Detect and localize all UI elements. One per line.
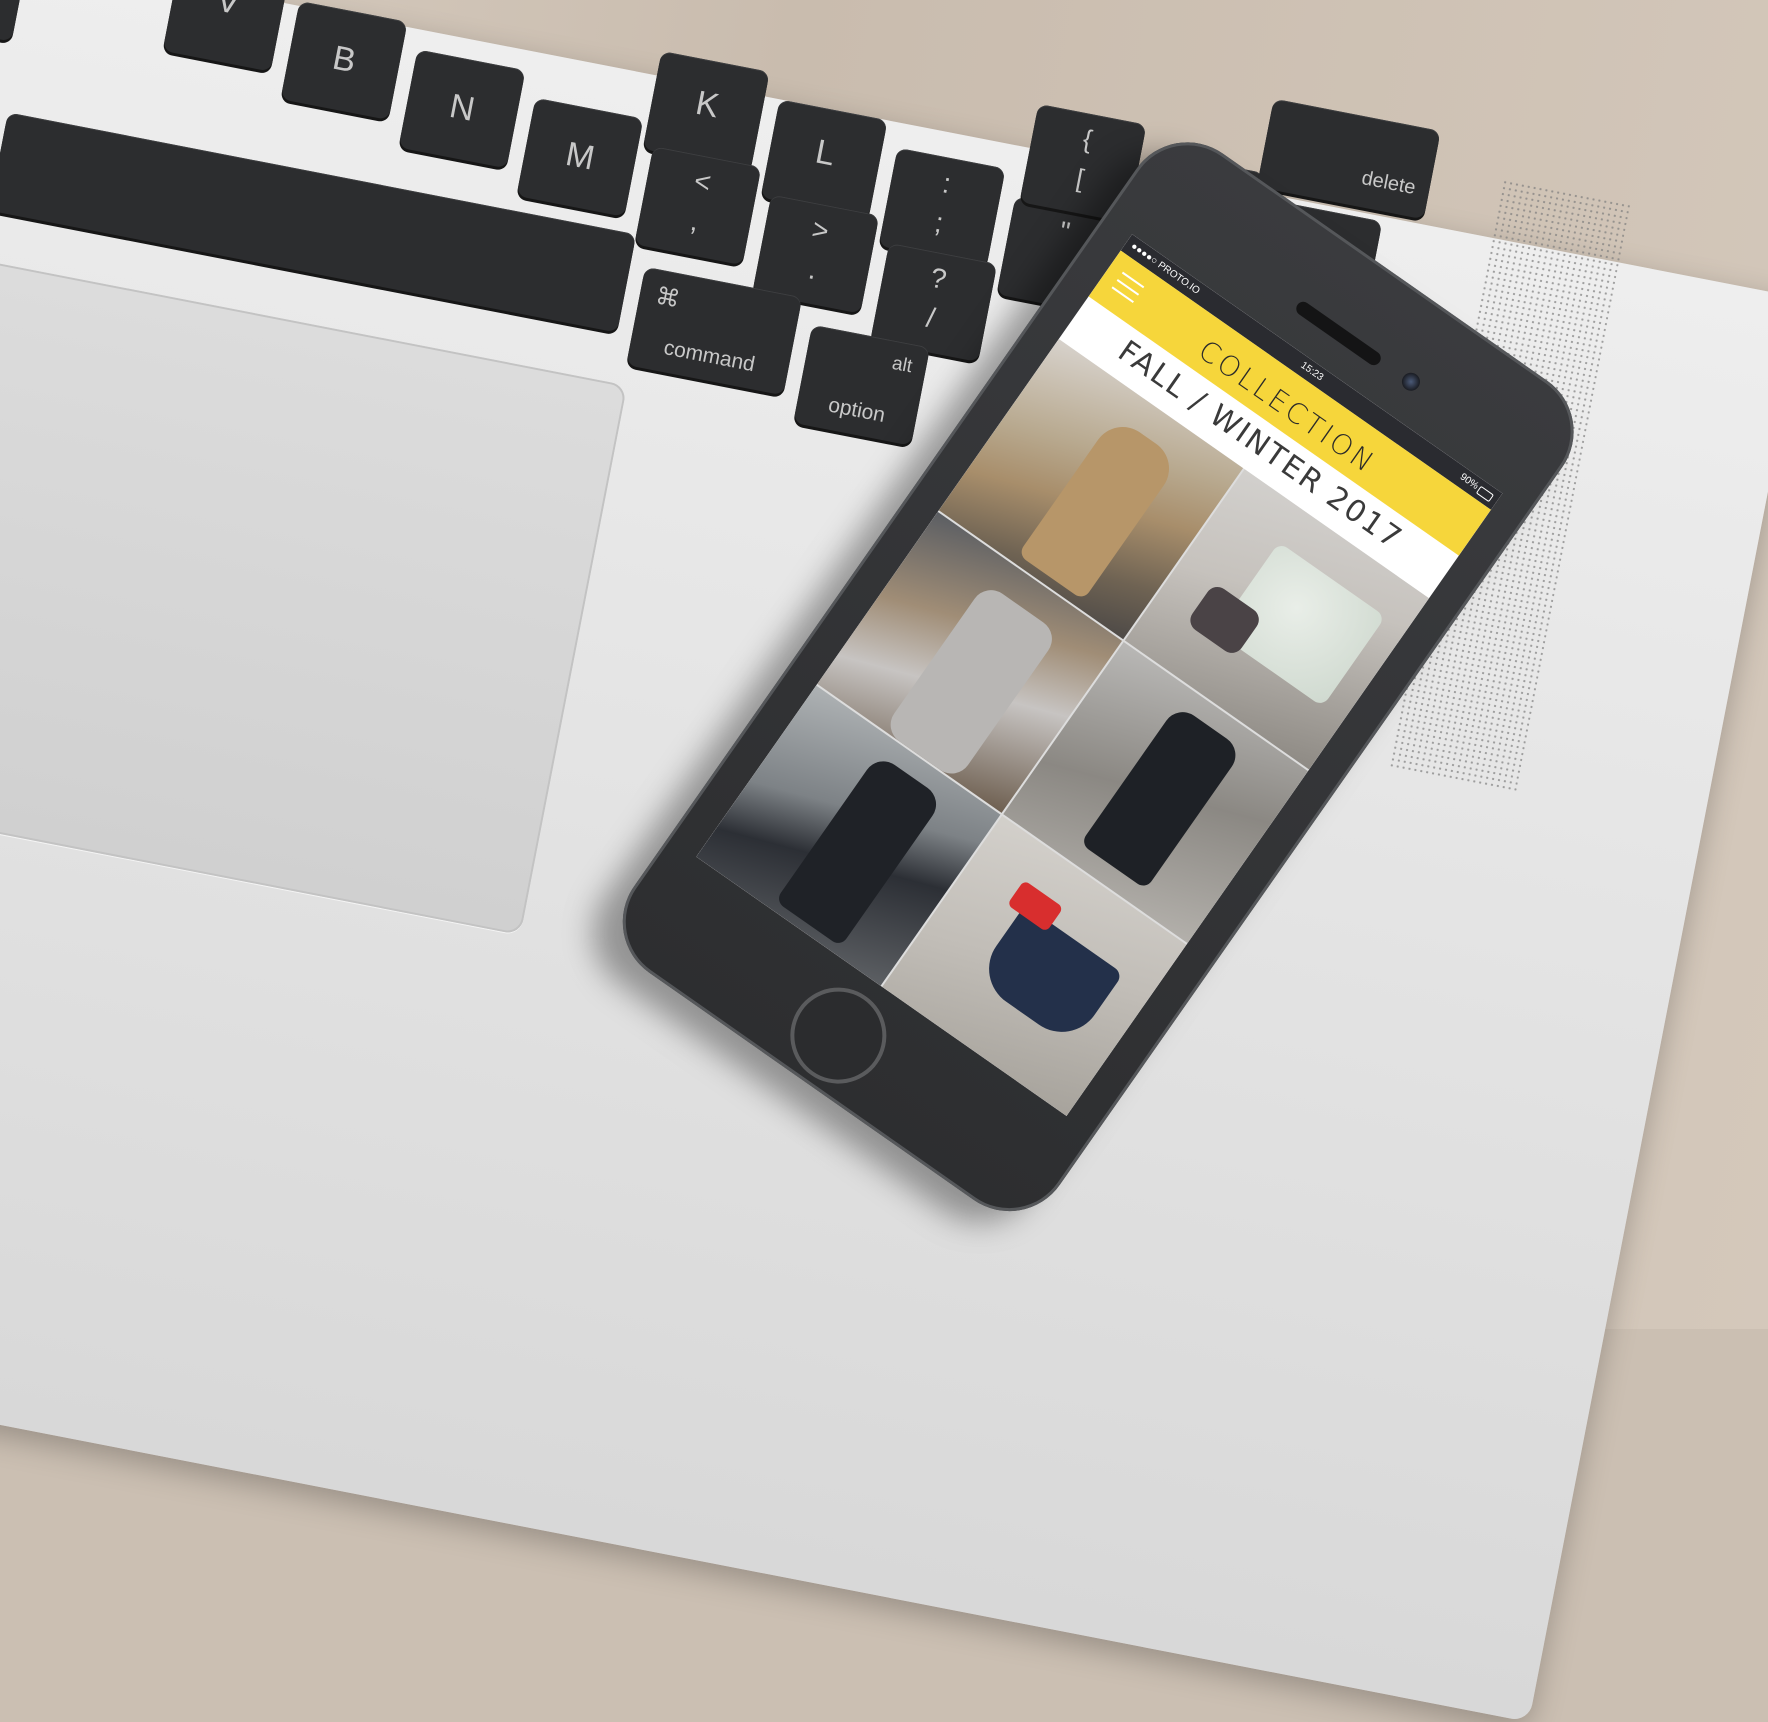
front-camera [1398,369,1424,395]
key-option[interactable]: alt option [793,324,931,446]
key-b[interactable]: B [280,0,408,121]
key-label: command [661,336,757,377]
key-label: K [692,83,723,126]
key-label: V [213,0,243,23]
key-label: N [446,86,478,129]
key-label: M [562,134,598,178]
key-v[interactable]: V [162,0,290,72]
key-label: B [329,38,360,81]
key-m[interactable]: M [516,97,644,217]
key-cmd-left[interactable]: ⌘ [0,0,23,42]
key-label: alt [890,352,915,378]
key-label: ⌘ [0,0,21,25]
key-n[interactable]: N [398,49,526,169]
key-label: L [812,132,839,174]
key-lt[interactable]: < , [634,146,762,266]
key-label: option [826,393,888,427]
trackpad[interactable] [0,255,628,936]
